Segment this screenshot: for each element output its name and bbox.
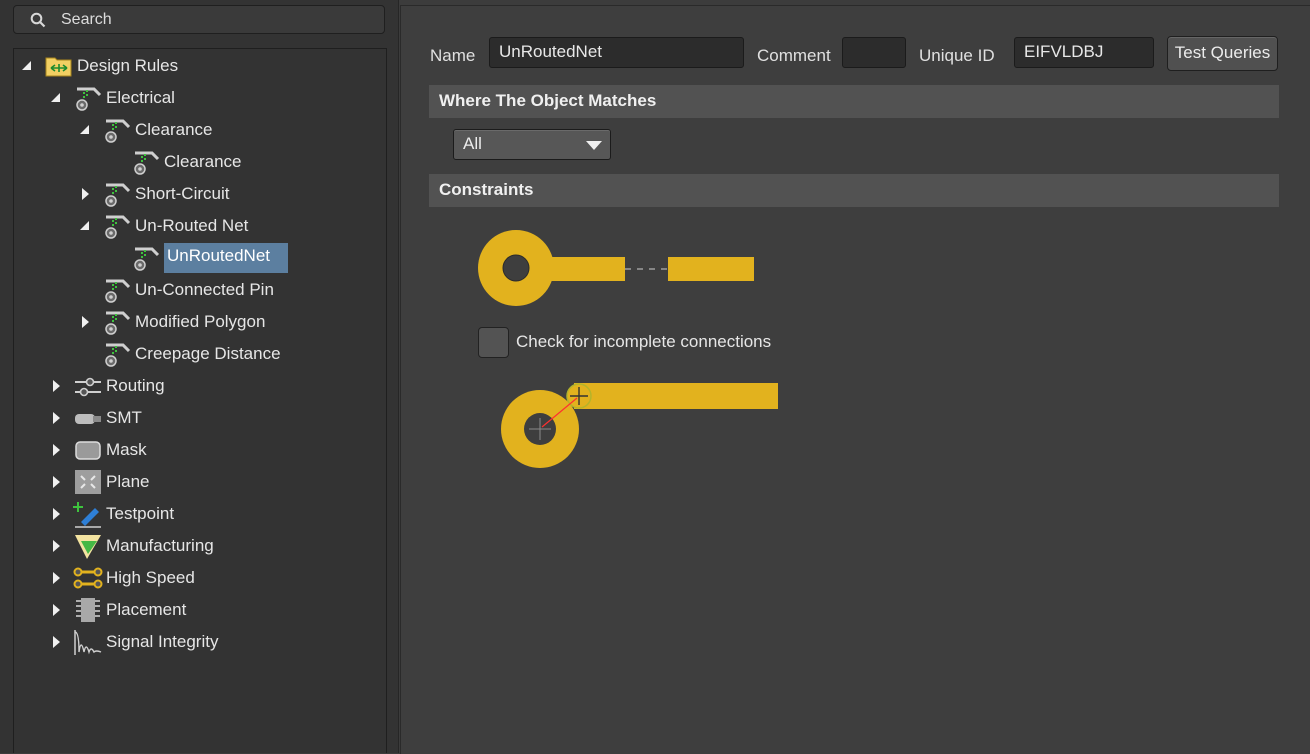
rules-tree: Design Rules Electrical Clearance Clearance… xyxy=(13,48,387,753)
track-segment xyxy=(668,257,754,281)
mask-icon xyxy=(73,436,103,464)
expand-arrow-icon[interactable] xyxy=(49,498,63,530)
collapse-arrow-icon[interactable] xyxy=(78,210,92,242)
expand-arrow-icon[interactable] xyxy=(49,370,63,402)
electrical-rule-icon xyxy=(131,244,161,272)
tree-node-label: Clearance xyxy=(164,152,242,171)
track-segment xyxy=(574,383,778,409)
name-field[interactable]: UnRoutedNet xyxy=(489,37,744,68)
collapse-arrow-icon[interactable] xyxy=(49,82,63,114)
tree-node[interactable]: Manufacturing xyxy=(14,530,386,562)
incomplete-connections-checkbox[interactable] xyxy=(478,327,509,358)
tree-node[interactable]: Testpoint xyxy=(14,498,386,530)
test-queries-button[interactable]: Test Queries xyxy=(1167,36,1278,71)
scope-dropdown[interactable]: All xyxy=(453,129,611,160)
search-input[interactable]: Search xyxy=(13,5,385,34)
expand-arrow-icon[interactable] xyxy=(49,402,63,434)
tree-node[interactable]: Clearance xyxy=(14,114,386,146)
tree-node-label: Un-Connected Pin xyxy=(135,280,274,299)
tree-node[interactable]: Un-Routed Net xyxy=(14,210,386,242)
routing-icon xyxy=(73,372,103,400)
unique-id-label: Unique ID xyxy=(919,46,995,65)
tree-node-label: Placement xyxy=(106,600,187,619)
expand-arrow-icon[interactable] xyxy=(78,306,92,338)
electrical-rule-icon xyxy=(131,148,161,176)
expand-arrow-icon[interactable] xyxy=(78,178,92,210)
unrouted-net-illustration xyxy=(478,230,754,306)
electrical-rule-icon xyxy=(102,116,132,144)
electrical-rule-icon xyxy=(102,212,132,240)
tree-node-label: Design Rules xyxy=(77,56,179,75)
tree-node[interactable]: Routing xyxy=(14,370,386,402)
tree-node[interactable]: Mask xyxy=(14,434,386,466)
scope-selected-value: All xyxy=(463,134,482,153)
tree-node-label: Plane xyxy=(106,472,150,491)
rule-editor: Name UnRoutedNet Comment Unique ID EIFVL… xyxy=(400,5,1310,754)
constraints-header: Constraints xyxy=(429,174,1279,207)
electrical-rule-icon xyxy=(73,84,103,112)
search-placeholder: Search xyxy=(61,11,112,28)
tree-node-label: Manufacturing xyxy=(106,536,214,555)
expand-arrow-icon[interactable] xyxy=(49,434,63,466)
high-speed-icon xyxy=(73,564,103,592)
tree-node[interactable]: Clearance xyxy=(14,146,386,178)
collapse-arrow-icon[interactable] xyxy=(20,50,34,82)
tree-node-label: Short-Circuit xyxy=(135,184,230,203)
tree-node-label: UnRoutedNet xyxy=(164,243,289,273)
tree-node-label: Routing xyxy=(106,376,165,395)
smt-icon xyxy=(73,404,103,432)
tree-node[interactable]: Creepage Distance xyxy=(14,338,386,370)
testpoint-icon xyxy=(73,500,103,528)
where-object-matches-header: Where The Object Matches xyxy=(429,85,1279,118)
tree-node-label: Clearance xyxy=(135,120,213,139)
tree-node-label: Modified Polygon xyxy=(135,312,266,331)
comment-field[interactable] xyxy=(842,37,906,68)
incomplete-connections-label: Check for incomplete connections xyxy=(516,332,772,351)
expand-arrow-icon[interactable] xyxy=(49,562,63,594)
tree-node[interactable]: Placement xyxy=(14,594,386,626)
expand-arrow-icon[interactable] xyxy=(49,594,63,626)
expand-arrow-icon[interactable] xyxy=(49,530,63,562)
incomplete-connection-illustration xyxy=(501,383,778,468)
tree-node-label: Electrical xyxy=(106,88,175,107)
track-segment xyxy=(543,257,625,281)
tree-node[interactable]: Plane xyxy=(14,466,386,498)
signal-integrity-icon xyxy=(73,628,103,656)
chevron-down-icon xyxy=(586,141,602,150)
tree-node-label: Mask xyxy=(106,440,147,459)
tree-node[interactable]: Modified Polygon xyxy=(14,306,386,338)
tree-node-label: High Speed xyxy=(106,568,195,587)
rules-panel: Search Design Rules Electrical Clearance Cl… xyxy=(0,0,399,753)
tree-node[interactable]: Un-Connected Pin xyxy=(14,274,386,306)
expand-arrow-icon[interactable] xyxy=(49,626,63,658)
electrical-rule-icon xyxy=(102,276,132,304)
search-icon xyxy=(30,12,46,28)
design-rules-icon xyxy=(44,52,74,80)
electrical-rule-icon xyxy=(102,180,132,208)
tree-node[interactable]: Design Rules xyxy=(14,50,386,82)
unique-id-field[interactable]: EIFVLDBJ xyxy=(1014,37,1154,68)
tree-node-label: Un-Routed Net xyxy=(135,216,249,235)
collapse-arrow-icon[interactable] xyxy=(78,114,92,146)
pad-hole xyxy=(502,254,530,282)
comment-label: Comment xyxy=(757,46,831,65)
electrical-rule-icon xyxy=(102,308,132,336)
tree-node[interactable]: High Speed xyxy=(14,562,386,594)
plane-icon xyxy=(73,468,103,496)
tree-node[interactable]: Short-Circuit xyxy=(14,178,386,210)
electrical-rule-icon xyxy=(102,340,132,368)
tree-node[interactable]: Signal Integrity xyxy=(14,626,386,658)
tree-node[interactable]: UnRoutedNet xyxy=(14,242,386,274)
tree-node[interactable]: Electrical xyxy=(14,82,386,114)
placement-icon xyxy=(73,596,103,624)
tree-node-label: Signal Integrity xyxy=(106,632,219,651)
tree-node[interactable]: SMT xyxy=(14,402,386,434)
tree-node-label: Testpoint xyxy=(106,504,175,523)
name-label: Name xyxy=(430,46,476,65)
tree-node-label: Creepage Distance xyxy=(135,344,281,363)
manufacturing-icon xyxy=(73,532,103,560)
tree-node-label: SMT xyxy=(106,408,142,427)
expand-arrow-icon[interactable] xyxy=(49,466,63,498)
